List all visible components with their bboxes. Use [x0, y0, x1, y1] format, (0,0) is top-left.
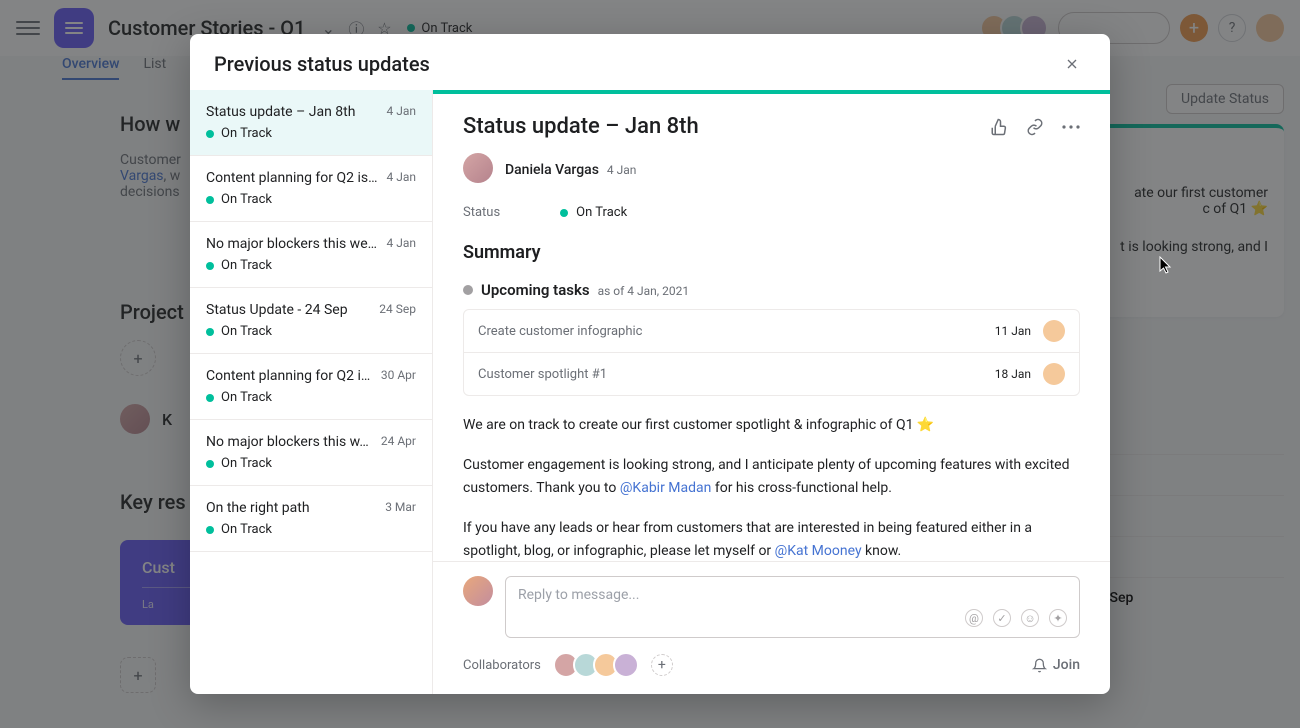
update-item-status: On Track: [221, 126, 272, 141]
modal-header: Previous status updates: [190, 34, 1110, 90]
modal-overlay: Previous status updates Status update – …: [0, 0, 1300, 728]
update-item-title: Status Update - 24 Sep: [206, 302, 348, 318]
update-item-date: 4 Jan: [387, 170, 417, 186]
status-dot-icon: [206, 130, 214, 138]
update-item-title: On the right path: [206, 500, 310, 516]
add-collaborator-button[interactable]: +: [651, 654, 673, 676]
collaborators-label: Collaborators: [463, 658, 541, 673]
reply-toolbar: @ ✓ ☺ ✦: [518, 609, 1067, 627]
status-dot-icon: [206, 328, 214, 336]
update-item-date: 4 Jan: [387, 104, 417, 120]
status-dot-icon: [206, 196, 214, 204]
task-name: Create customer infographic: [478, 324, 983, 339]
status-dot-icon: [206, 460, 214, 468]
update-list-item[interactable]: Content planning for Q2 is… 4 Jan On Tra…: [190, 156, 432, 222]
update-item-title: Status update – Jan 8th: [206, 104, 355, 120]
update-list-item[interactable]: No major blockers this w… 24 Apr On Trac…: [190, 420, 432, 486]
update-detail: Status update – Jan 8th Daniela Vargas 4…: [433, 90, 1110, 694]
author-avatar: [463, 153, 493, 183]
update-item-date: 24 Sep: [379, 302, 416, 318]
task-date: 18 Jan: [995, 367, 1031, 381]
assignee-avatar[interactable]: [1043, 320, 1065, 342]
join-button[interactable]: Join: [1032, 657, 1080, 673]
status-value: On Track: [560, 205, 627, 220]
gray-dot-icon: [463, 285, 473, 295]
author-name[interactable]: Daniela Vargas: [505, 162, 599, 178]
modal-title: Previous status updates: [214, 52, 430, 76]
task-row[interactable]: Create customer infographic 11 Jan: [464, 310, 1079, 352]
task-date: 11 Jan: [995, 324, 1031, 338]
update-list-item[interactable]: On the right path 3 Mar On Track: [190, 486, 432, 552]
as-of-label: as of 4 Jan, 2021: [598, 284, 690, 298]
status-dot-icon: [206, 262, 214, 270]
update-item-status: On Track: [221, 522, 272, 537]
summary-paragraph: We are on track to create our first cust…: [463, 414, 1080, 436]
task-icon[interactable]: ✓: [993, 609, 1011, 627]
update-item-title: No major blockers this w…: [206, 434, 369, 450]
like-icon[interactable]: [990, 118, 1008, 136]
current-user-avatar: [463, 576, 493, 606]
update-item-date: 24 Apr: [381, 434, 416, 450]
detail-title: Status update – Jan 8th: [463, 114, 699, 139]
update-item-status: On Track: [221, 324, 272, 339]
summary-paragraph: Customer engagement is looking strong, a…: [463, 454, 1080, 499]
close-icon[interactable]: [1058, 50, 1086, 78]
status-field-label: Status: [463, 205, 500, 220]
reply-section: Reply to message... @ ✓ ☺ ✦ Collaborator…: [433, 561, 1110, 694]
update-date: 4 Jan: [607, 163, 637, 177]
updates-list: Status update – Jan 8th 4 Jan On Track C…: [190, 90, 433, 694]
assignee-avatar[interactable]: [1043, 363, 1065, 385]
update-item-title: No major blockers this we…: [206, 236, 377, 252]
summary-paragraph: If you have any leads or hear from custo…: [463, 517, 1080, 561]
update-item-date: 4 Jan: [387, 236, 417, 252]
update-item-status: On Track: [221, 456, 272, 471]
more-icon[interactable]: [1062, 118, 1080, 136]
update-item-date: 30 Apr: [381, 368, 416, 384]
update-item-date: 3 Mar: [385, 500, 416, 516]
reply-input[interactable]: Reply to message... @ ✓ ☺ ✦: [505, 576, 1080, 638]
update-list-item[interactable]: Content planning for Q2 i… 30 Apr On Tra…: [190, 354, 432, 420]
update-list-item[interactable]: Status Update - 24 Sep 24 Sep On Track: [190, 288, 432, 354]
status-dot-icon: [206, 526, 214, 534]
update-item-title: Content planning for Q2 is…: [206, 170, 377, 186]
upcoming-tasks-label: Upcoming tasks: [481, 281, 590, 299]
update-item-status: On Track: [221, 258, 272, 273]
link-icon[interactable]: [1026, 118, 1044, 136]
status-dot-icon: [206, 394, 214, 402]
star-emoji-icon[interactable]: ✦: [1049, 609, 1067, 627]
at-mention-icon[interactable]: @: [965, 609, 983, 627]
emoji-icon[interactable]: ☺: [1021, 609, 1039, 627]
task-name: Customer spotlight #1: [478, 367, 983, 382]
user-mention[interactable]: @Kat Mooney: [775, 543, 862, 559]
update-item-title: Content planning for Q2 i…: [206, 368, 370, 384]
task-row[interactable]: Customer spotlight #1 18 Jan: [464, 352, 1079, 395]
collaborator-avatars: [553, 652, 639, 678]
status-dot-icon: [560, 209, 568, 217]
update-list-item[interactable]: Status update – Jan 8th 4 Jan On Track: [190, 90, 432, 156]
update-item-status: On Track: [221, 192, 272, 207]
update-item-status: On Track: [221, 390, 272, 405]
tasks-list: Create customer infographic 11 Jan Custo…: [463, 309, 1080, 396]
summary-heading: Summary: [463, 242, 1080, 263]
user-mention[interactable]: @Kabir Madan: [620, 480, 712, 496]
update-list-item[interactable]: No major blockers this we… 4 Jan On Trac…: [190, 222, 432, 288]
collaborator-avatar[interactable]: [613, 652, 639, 678]
previous-status-modal: Previous status updates Status update – …: [190, 34, 1110, 694]
